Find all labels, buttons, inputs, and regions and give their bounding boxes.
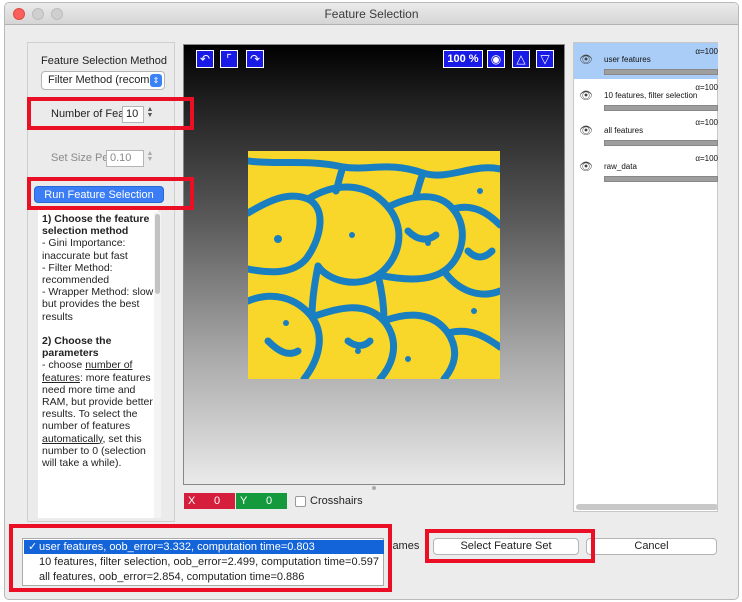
layer-item[interactable]: 👁 all features α=100 [574,114,718,150]
help-link-automatically: automatically [42,432,103,445]
undo-icon[interactable]: ↶ [196,50,214,68]
feature-set-list[interactable]: ✓ user features, oob_error=3.332, comput… [22,538,384,586]
names-button-fragment[interactable]: lames [390,540,419,552]
list-item-label: 10 features, filter selection, oob_error… [39,556,379,568]
layer-name: all features [604,126,644,135]
layer-opacity-slider[interactable] [604,140,718,146]
help-filter: - Filter Method: recommended [42,261,113,287]
select-feature-set-button[interactable]: Select Feature Set [433,538,579,555]
layer-opacity-slider[interactable] [604,105,718,111]
layer-alpha: α=100 [695,118,718,127]
layer-alpha: α=100 [695,83,718,92]
help-param-text: - choose [42,359,86,372]
eye-icon[interactable]: 👁 [579,89,593,102]
list-item[interactable]: 10 features, filter selection, oob_error… [24,555,384,569]
cancel-button[interactable]: Cancel [586,538,717,555]
eye-icon[interactable]: 👁 [579,160,593,173]
zoom-level-button[interactable]: 100 % [443,50,483,68]
x-label: X [188,495,196,507]
layer-opacity-slider[interactable] [604,69,718,75]
eye-icon[interactable]: 👁 [579,53,593,66]
layer-item[interactable]: 👁 raw_data α=100 [574,150,718,186]
crosshairs-checkbox[interactable] [295,496,306,507]
method-select[interactable]: Filter Method (recomm ⇕ [41,71,165,90]
list-item-label: user features, oob_error=3.332, computat… [39,541,315,553]
redo-icon[interactable]: ↷ [246,50,264,68]
eye-icon[interactable]: 👁 [579,124,593,137]
splitter-handle[interactable] [372,486,376,490]
set-size-stepper[interactable]: ▲ ▼ [146,150,154,163]
checkmark-icon: ✓ [28,541,38,553]
layer-panel-scrollbar[interactable] [576,504,718,510]
help-wrapper: - Wrapper Method: slow but provides the … [42,286,154,323]
help-scrollbar-thumb[interactable] [155,214,160,294]
title-bar: Feature Selection [5,3,738,25]
chevron-updown-icon: ⇕ [150,74,162,87]
camera-icon[interactable]: ◉ [487,50,505,68]
x-value: 0 [214,495,221,507]
layer-alpha: α=100 [695,154,718,163]
layer-item[interactable]: 👁 user features α=100 [574,43,718,79]
list-item[interactable]: all features, oob_error=2.854, computati… [24,570,384,584]
set-size-input[interactable]: 0.10 [106,150,144,167]
layer-alpha: α=100 [695,47,718,56]
list-item-label: all features, oob_error=2.854, computati… [39,571,305,583]
help-heading-2: 2) Choose the parameters [42,335,112,360]
help-heading-1: 1) Choose the feature selection method [42,213,150,238]
method-label: Feature Selection Method [41,55,167,67]
crosshairs-label: Crosshairs [310,495,363,507]
x-coordinate: X 0 [184,493,235,509]
y-value: 0 [266,495,273,507]
y-label: Y [240,495,248,507]
window-title: Feature Selection [324,7,419,21]
number-of-features-input[interactable]: 10 [122,106,144,123]
layer-name: raw_data [604,162,637,171]
y-coordinate: Y 0 [236,493,287,509]
run-feature-selection-button[interactable]: Run Feature Selection [34,186,164,203]
triangle-up-icon[interactable]: △ [512,50,530,68]
set-size-label: Set Size Pe [51,152,109,164]
layer-item[interactable]: 👁 10 features, filter selection α=100 [574,79,718,115]
layer-opacity-slider[interactable] [604,176,718,182]
layer-name: user features [604,55,651,64]
number-of-features-stepper[interactable]: ▲ ▼ [146,106,154,119]
segmentation-image [248,151,500,379]
method-select-value: Filter Method (recomm [48,74,159,86]
help-gini: - Gini Importance: inaccurate but fast [42,237,128,262]
layer-name: 10 features, filter selection [604,91,698,100]
triangle-down-icon[interactable]: ▽ [536,50,554,68]
list-item[interactable]: ✓ user features, oob_error=3.332, comput… [24,540,384,554]
crop-icon[interactable]: ⌜ [220,50,238,68]
help-text: 1) Choose the feature selection method -… [38,210,158,518]
number-of-features-label: Number of Fea [51,108,125,120]
